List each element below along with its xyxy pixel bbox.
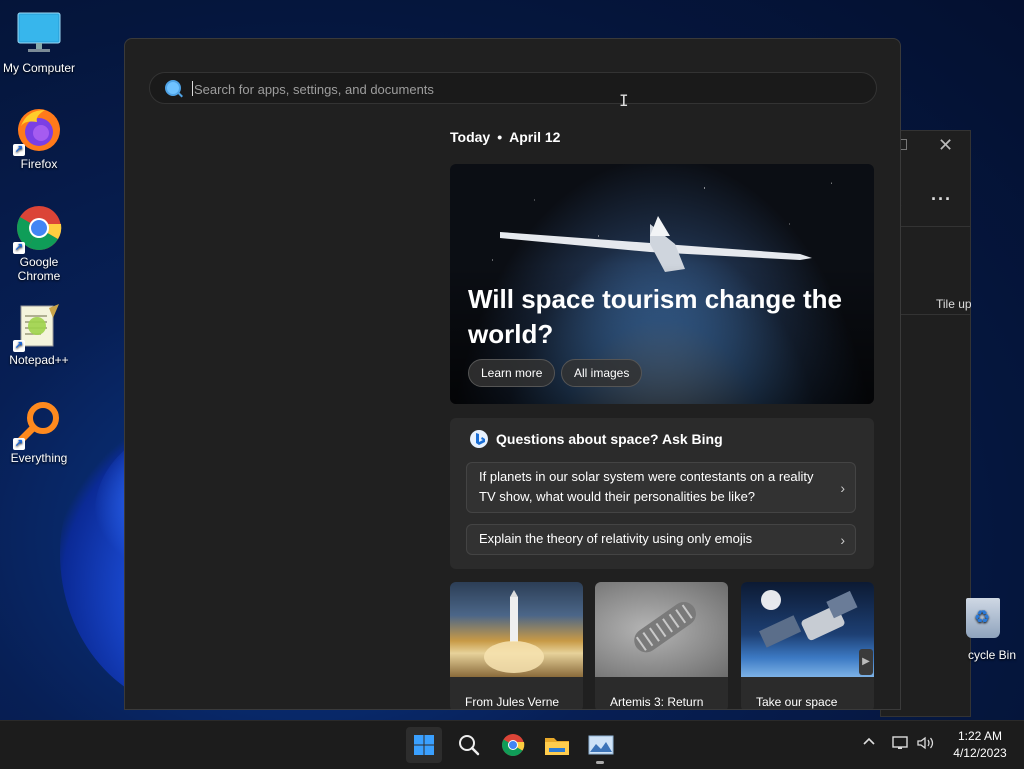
bing-question-1[interactable]: If planets in our solar system were cont… <box>466 462 856 513</box>
search-panel: I Today • April 12 Will space tourism chan… <box>124 38 901 710</box>
news-card-label: From Jules Verne <box>465 695 560 709</box>
news-card-label: Artemis 3: Return <box>610 695 704 709</box>
separator-dot: • <box>497 129 503 145</box>
tile-up-label: Tile up <box>936 297 972 311</box>
desktop-icon-label: My Computer <box>2 61 76 75</box>
taskbar: 1:22 AM 4/12/2023 <box>0 720 1024 769</box>
taskbar-search-button[interactable] <box>451 727 487 763</box>
search-input[interactable] <box>192 77 836 101</box>
desktop-icon-label: Everything <box>10 451 68 465</box>
ask-bing-heading-text: Questions about space? Ask Bing <box>496 431 723 447</box>
clock-date: 4/12/2023 <box>953 746 1007 760</box>
desktop-icon-google-chrome[interactable]: ↗ Google Chrome <box>1 204 77 283</box>
news-card-space-quiz[interactable]: Take our space <box>741 582 874 709</box>
bing-icon <box>470 430 488 448</box>
news-card-artemis[interactable]: Artemis 3: Return <box>595 582 728 709</box>
news-card-jules-verne[interactable]: From Jules Verne <box>450 582 583 709</box>
desktop-icon-label: Google Chrome <box>17 255 61 283</box>
image-viewer-icon <box>588 735 614 755</box>
search-icon <box>165 80 181 96</box>
recycle-bin-icon <box>966 598 1000 638</box>
taskbar-photos-button[interactable] <box>583 727 619 763</box>
learn-more-button[interactable]: Learn more <box>468 359 556 387</box>
desktop-icon-label: Notepad++ <box>9 353 69 367</box>
shortcut-arrow-icon: ↗ <box>13 438 25 450</box>
desktop-icon-everything[interactable]: ↗ Everything <box>1 400 77 465</box>
ask-bing-heading: Questions about space? Ask Bing <box>470 430 723 448</box>
folder-icon <box>545 738 569 755</box>
feed-date-header: Today • April 12 <box>450 129 560 145</box>
divider <box>901 226 970 227</box>
search-box[interactable] <box>149 72 877 104</box>
desktop-icon-label: cycle Bin <box>968 648 1017 662</box>
chrome-icon <box>502 734 525 756</box>
network-status-button[interactable] <box>892 735 910 754</box>
chrome-icon: ↗ <box>13 204 63 254</box>
close-icon[interactable]: ✕ <box>938 135 953 156</box>
space-telescope-image <box>741 582 874 677</box>
today-label: Today <box>450 129 491 145</box>
ibeam-cursor-icon: I <box>619 91 629 110</box>
shortcut-arrow-icon: ↗ <box>13 144 25 156</box>
chevron-right-icon: › <box>840 531 845 548</box>
network-icon <box>892 736 908 749</box>
desktop-icon-my-computer[interactable]: My Computer <box>1 10 77 75</box>
ask-bing-card: Questions about space? Ask Bing If plane… <box>450 418 874 569</box>
date-label: April 12 <box>509 129 561 145</box>
taskbar-file-explorer-button[interactable] <box>539 727 575 763</box>
magnifier-icon: ↗ <box>13 400 63 450</box>
desktop-icon-firefox[interactable]: ↗ Firefox <box>1 106 77 171</box>
firefox-icon: ↗ <box>13 106 63 156</box>
volume-button[interactable] <box>916 735 936 754</box>
clock-time: 1:22 AM <box>957 729 1003 743</box>
desktop-icon-notepad-plus-plus[interactable]: ↗ Notepad++ <box>1 302 77 367</box>
active-app-indicator <box>596 761 604 764</box>
taskbar-chrome-button[interactable] <box>495 727 531 763</box>
search-icon <box>459 735 480 756</box>
desktop-icon-label: Firefox <box>20 157 58 171</box>
bing-question-2[interactable]: Explain the theory of relativity using o… <box>466 524 856 555</box>
divider <box>901 314 970 315</box>
text-caret <box>192 81 193 96</box>
hero-card[interactable]: Will space tourism change the world? Lea… <box>450 164 874 404</box>
start-button[interactable] <box>406 727 442 763</box>
shortcut-arrow-icon: ↗ <box>13 242 25 254</box>
bing-question-text: Explain the theory of relativity using o… <box>479 531 753 546</box>
windows-logo-icon <box>414 735 434 755</box>
chevron-right-icon: › <box>840 479 845 496</box>
news-card-label: Take our space <box>756 695 838 709</box>
notepad-plus-plus-icon: ↗ <box>13 302 63 352</box>
rocket-launch-image <box>450 582 583 677</box>
hero-title[interactable]: Will space tourism change the world? <box>468 282 848 352</box>
chevron-up-icon <box>863 737 875 745</box>
shortcut-arrow-icon: ↗ <box>13 340 25 352</box>
all-images-button[interactable]: All images <box>561 359 643 387</box>
speaker-icon <box>917 736 934 750</box>
scroll-right-arrow-icon[interactable]: ▶ <box>859 649 873 675</box>
show-hidden-icons-button[interactable] <box>862 735 876 752</box>
monitor-icon <box>15 10 63 58</box>
lunar-footprint-image <box>595 582 728 677</box>
clock[interactable]: 1:22 AM 4/12/2023 <box>944 728 1016 762</box>
more-options-icon[interactable]: ··· <box>931 189 952 210</box>
bing-question-text: If planets in our solar system were cont… <box>479 469 814 504</box>
